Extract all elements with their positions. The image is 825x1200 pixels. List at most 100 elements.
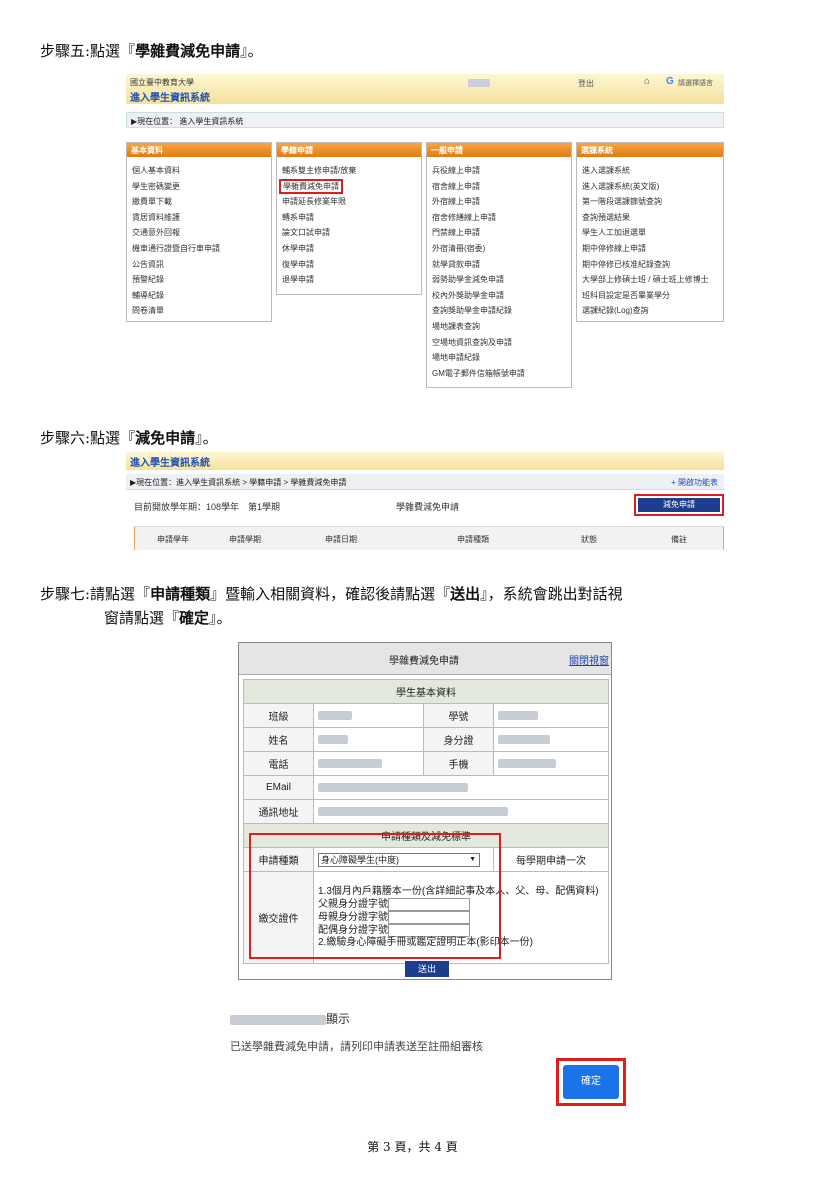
ok-highlight: 確定 — [556, 1058, 626, 1106]
menu-item[interactable]: 學生密碼變更 — [127, 179, 271, 195]
menu-item[interactable]: 輔導紀錄 — [127, 288, 271, 304]
fee-reduction-highlight[interactable]: 學雜費減免申請 — [279, 178, 343, 194]
dialog-title: 學雜費減免申請 — [389, 656, 459, 667]
step7-text: 步驟七:請點選『申請種類』暨輸入相關資料，確認後請點選『送出』，系統會跳出對話視 — [40, 585, 623, 603]
menu-item[interactable]: 外宿線上申請 — [427, 194, 571, 210]
menu-item[interactable]: 第一階段選課篩號查詢 — [577, 194, 723, 210]
ok-button[interactable]: 確定 — [563, 1065, 619, 1099]
page-footer: 第 3 頁，共 4 頁 — [367, 1140, 458, 1154]
menu-item[interactable]: 繳費單下載 — [127, 194, 271, 210]
semester-text: 目前開放學年期：108學年 第1學期 — [134, 502, 281, 512]
screenshot-student-system-menu: 國立臺中教育大學 進入學生資訊系統 登出 ⌂ G 請選擇語言 ▶現在位置： 進入… — [126, 74, 724, 412]
menu-item[interactable]: 場地申請紀錄 — [427, 350, 571, 366]
close-window-link[interactable]: 關閉視窗 — [569, 652, 609, 667]
menu-box-general: 一般申請 兵役線上申請 宿舍線上申請 外宿線上申請 宿舍修繕線上申請 門禁線上申請 外宿清… — [426, 142, 572, 388]
menu-item[interactable]: 休學申請 — [277, 241, 421, 257]
menu-item[interactable]: 學雜費減免申請 — [277, 178, 421, 195]
menu-item[interactable]: 期中停修線上申請 — [577, 241, 723, 257]
menu-item[interactable]: 學生人工加退選單 — [577, 225, 723, 241]
result-message: 已送學雜費減免申請，請列印申請表送至註冊組審核 — [230, 1041, 483, 1053]
mobile-value — [493, 751, 609, 776]
menu-item[interactable]: 門禁線上申請 — [427, 225, 571, 241]
col-header: 申請學年 — [157, 535, 189, 544]
submit-button[interactable]: 送出 — [405, 961, 449, 977]
menu-item[interactable]: 大學部上修碩士班 / 碩士班上修博士 — [577, 272, 723, 288]
page-title: 學雜費減免申請 — [396, 502, 460, 512]
step5-pre: 步驟五:點選『 — [40, 42, 136, 60]
menu-item[interactable]: 機車通行證暨自行車申請 — [127, 241, 271, 257]
menu-item[interactable]: 場地課表查詢 — [427, 319, 571, 335]
screenshot-application-form: 學雜費減免申請 關閉視窗 學生基本資料 班級 學號 姓名 身分證 電話 手機 E… — [238, 642, 612, 980]
menu-item[interactable]: 進入選課系統 — [577, 163, 723, 179]
menu-item[interactable]: 查詢預選結果 — [577, 210, 723, 226]
step6-text: 步驟六:點選『減免申請』。 — [40, 429, 218, 447]
menu-item[interactable]: 賃居資料維護 — [127, 210, 271, 226]
menu-item[interactable]: 申請延長修業年限 — [277, 194, 421, 210]
email-value — [313, 775, 609, 800]
system-title[interactable]: 進入學生資訊系統 — [126, 452, 724, 470]
system-title[interactable]: 進入學生資訊系統 — [130, 89, 210, 104]
highlight-box — [249, 833, 501, 959]
menu-item[interactable]: 退學申請 — [277, 272, 421, 288]
home-icon[interactable]: ⌂ — [644, 76, 650, 87]
menu-item[interactable]: 就學貸款申請 — [427, 257, 571, 273]
menu-item[interactable]: 空場地資訊查詢及申請 — [427, 335, 571, 351]
screenshot-fee-reduction-list: 進入學生資訊系統 ▶現在位置：進入學生資訊系統 > 學籍申請 > 學雜費減免申請… — [126, 452, 724, 550]
menu-item[interactable]: 論文口試申請 — [277, 225, 421, 241]
step7-text-line2: 窗請點選『確定』。 — [104, 609, 232, 627]
name-value — [313, 727, 424, 752]
open-menu-link[interactable]: + 開啟功能表 — [671, 477, 718, 488]
breadcrumb: ▶現在位置：進入學生資訊系統 > 學籍申請 > 學雜費減免申請 + 開啟功能表 — [126, 474, 724, 490]
reduction-apply-highlight: 減免申請 — [634, 494, 724, 516]
menu-item[interactable]: GM電子郵件信箱帳號申請 — [427, 366, 571, 382]
menu-item[interactable]: 公告資訊 — [127, 257, 271, 273]
menu-item[interactable]: 選課紀錄(Log)查詢 — [577, 303, 723, 319]
menu-item[interactable]: 弱勢助學金減免申請 — [427, 272, 571, 288]
col-header: 申請日期 — [325, 535, 357, 544]
menu-item[interactable]: 轉系申請 — [277, 210, 421, 226]
menu-item[interactable]: 查詢獎助學金申請紀錄 — [427, 303, 571, 319]
blurred-user — [468, 79, 490, 87]
menu-item[interactable]: 問卷清單 — [127, 303, 271, 319]
menu-item[interactable]: 交通意外回報 — [127, 225, 271, 241]
table-header: 申請學年 申請學期 申請日期 申請種類 狀態 備註 — [134, 526, 724, 550]
menu-box-title: 選課系統 — [577, 143, 723, 157]
col-header: 備註 — [671, 535, 687, 544]
menu-item[interactable]: 宿舍線上申請 — [427, 179, 571, 195]
menu-item[interactable]: 輔系雙主修申請/放棄 — [277, 163, 421, 179]
menu-box-basic: 基本資料 個人基本資料 學生密碼變更 繳費單下載 賃居資料維護 交通意外回報 機車通行證暨… — [126, 142, 272, 322]
system-header: 國立臺中教育大學 進入學生資訊系統 登出 ⌂ G 請選擇語言 — [126, 74, 724, 104]
menu-box-title: 基本資料 — [127, 143, 271, 157]
breadcrumb: ▶現在位置： 進入學生資訊系統 — [126, 112, 724, 128]
blurred-site — [230, 1014, 326, 1025]
class-value — [313, 703, 424, 728]
id-value — [493, 727, 609, 752]
google-translate-icon[interactable]: G — [666, 76, 674, 87]
dialog-header: 學雜費減免申請 關閉視窗 — [239, 643, 611, 675]
phone-value — [313, 751, 424, 776]
menu-item[interactable]: 兵役線上申請 — [427, 163, 571, 179]
menu-box-title: 學籍申請 — [277, 143, 421, 157]
menu-item[interactable]: 期中停修已核准紀錄查詢 — [577, 257, 723, 273]
menu-item[interactable]: 預警紀錄 — [127, 272, 271, 288]
language-select[interactable]: 請選擇語言 — [678, 78, 713, 88]
menu-item[interactable]: 外宿清冊(宿委) — [427, 241, 571, 257]
col-header: 申請種類 — [457, 535, 489, 544]
menu-item[interactable]: 校內外獎助學金申請 — [427, 288, 571, 304]
menu-item[interactable]: 個人基本資料 — [127, 163, 271, 179]
menu-item[interactable]: 進入選課系統(英文版) — [577, 179, 723, 195]
step5-bold: 學雜費減免申請 — [135, 42, 241, 60]
step5-post: 』。 — [240, 42, 263, 60]
menu-box-course: 選課系統 進入選課系統 進入選課系統(英文版) 第一階段選課篩號查詢 查詢預選結果 學生… — [576, 142, 724, 322]
type-note: 每學期申請一次 — [493, 847, 609, 872]
reduction-apply-button[interactable]: 減免申請 — [638, 498, 720, 512]
logout-link[interactable]: 登出 — [578, 78, 594, 89]
menu-box-title: 一般申請 — [427, 143, 571, 157]
menu-item[interactable]: 宿舍修繕線上申請 — [427, 210, 571, 226]
section-basic-info: 學生基本資料 — [243, 679, 609, 704]
student-no-value — [493, 703, 609, 728]
col-header: 狀態 — [581, 535, 597, 544]
university-name: 國立臺中教育大學 — [130, 78, 194, 87]
menu-item[interactable]: 復學申請 — [277, 257, 421, 273]
menu-item[interactable]: 班科目設定是否畢業學分 — [577, 288, 723, 304]
